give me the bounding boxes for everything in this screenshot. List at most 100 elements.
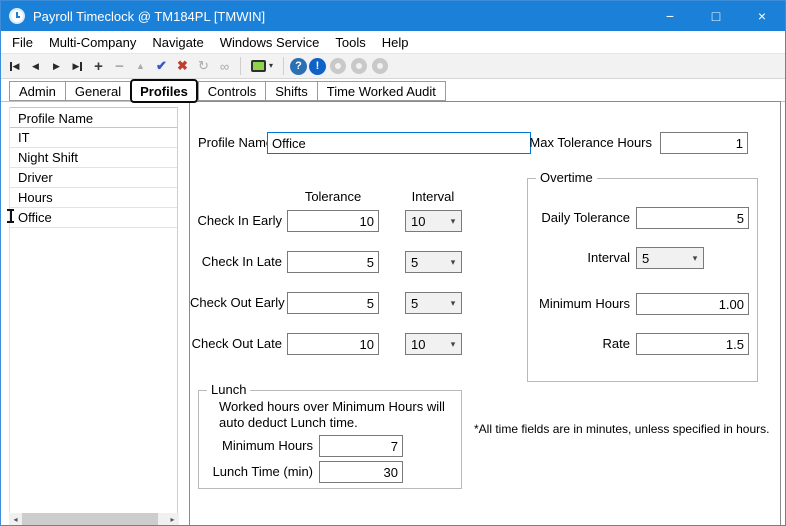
- interval-column-header: Interval: [400, 186, 466, 208]
- daily-tolerance-input[interactable]: [636, 207, 749, 229]
- tab-time-worked-audit[interactable]: Time Worked Audit: [317, 81, 446, 101]
- settings-button-3[interactable]: [370, 56, 389, 76]
- move-up-button[interactable]: ▲: [131, 56, 150, 76]
- nav-first-button[interactable]: ◀: [5, 56, 24, 76]
- tab-admin[interactable]: Admin: [9, 81, 65, 101]
- help-button[interactable]: ?: [290, 58, 307, 75]
- list-item[interactable]: Office: [10, 208, 177, 228]
- chevron-down-icon: ▾: [445, 298, 461, 309]
- combo-value: 10: [406, 337, 445, 352]
- horizontal-scrollbar[interactable]: ◂ ▸: [9, 513, 179, 526]
- minimize-button[interactable]: −: [647, 1, 693, 31]
- lunch-minimum-hours-input[interactable]: [319, 435, 403, 457]
- tolerance-column-header: Tolerance: [287, 186, 379, 208]
- time-fields-note: *All time fields are in minutes, unless …: [474, 422, 776, 436]
- check-in-early-tolerance-input[interactable]: [287, 210, 379, 232]
- menu-help[interactable]: Help: [374, 31, 417, 53]
- link-icon: ∞: [220, 59, 229, 74]
- nav-next-button[interactable]: ▶: [47, 56, 66, 76]
- gear-icon: [330, 58, 346, 74]
- window-title: Payroll Timeclock @ TM184PL [TMWIN]: [33, 9, 265, 24]
- check-in-late-interval-select[interactable]: 5 ▾: [405, 251, 462, 273]
- toolbar-separator: [283, 57, 284, 75]
- nav-first-icon: ◀: [13, 62, 20, 71]
- refresh-button[interactable]: ↻: [194, 56, 213, 76]
- nav-prev-icon: ◀: [32, 62, 39, 71]
- cancel-button[interactable]: ✖: [173, 56, 192, 76]
- lunch-time-input[interactable]: [319, 461, 403, 483]
- list-item[interactable]: IT: [10, 128, 177, 148]
- settings-button-2[interactable]: [349, 56, 368, 76]
- gear-icon: [372, 58, 388, 74]
- lunch-time-label: Lunch Time (min): [199, 461, 313, 483]
- menu-navigate[interactable]: Navigate: [144, 31, 211, 53]
- refresh-icon: ↻: [198, 58, 209, 74]
- tab-shifts[interactable]: Shifts: [265, 81, 317, 101]
- list-item[interactable]: Driver: [10, 168, 177, 188]
- lunch-group-title: Lunch: [207, 382, 250, 397]
- check-icon: ✔: [156, 58, 167, 74]
- menu-multi-company[interactable]: Multi-Company: [41, 31, 144, 53]
- combo-value: 10: [406, 214, 445, 229]
- scroll-left-icon[interactable]: ◂: [9, 513, 22, 526]
- check-out-early-interval-select[interactable]: 5 ▾: [405, 292, 462, 314]
- profile-list-header: Profile Name: [10, 107, 177, 128]
- list-item[interactable]: Hours: [10, 188, 177, 208]
- dropdown-arrow-icon: ▾: [269, 62, 273, 70]
- lunch-minimum-hours-label: Minimum Hours: [199, 435, 313, 457]
- help-icon: ?: [295, 60, 302, 72]
- nav-prev-button[interactable]: ◀: [26, 56, 45, 76]
- delete-record-button[interactable]: −: [110, 56, 129, 76]
- screen-dropdown-button[interactable]: ▾: [247, 56, 277, 76]
- profiles-panel: Profile Name Max Tolerance Hours Toleran…: [189, 101, 781, 526]
- menu-file[interactable]: File: [4, 31, 41, 53]
- tab-general[interactable]: General: [65, 81, 130, 101]
- check-out-late-label: Check Out Late: [190, 333, 282, 355]
- menu-windows-service[interactable]: Windows Service: [212, 31, 328, 53]
- add-record-button[interactable]: +: [89, 56, 108, 76]
- toolbar: ◀ ◀ ▶ ▶ + − ▲ ✔ ✖ ↻ ∞ ▾ ? !: [1, 53, 785, 79]
- combo-value: 5: [406, 296, 445, 311]
- title-bar: Payroll Timeclock @ TM184PL [TMWIN] − □ …: [1, 1, 785, 31]
- check-in-early-interval-select[interactable]: 10 ▾: [405, 210, 462, 232]
- check-out-early-label: Check Out Early: [190, 292, 282, 314]
- check-in-early-label: Check In Early: [190, 210, 282, 232]
- gear-icon: [351, 58, 367, 74]
- overtime-minimum-hours-input[interactable]: [636, 293, 749, 315]
- up-triangle-icon: ▲: [136, 62, 145, 71]
- menu-tools[interactable]: Tools: [327, 31, 373, 53]
- overtime-interval-select[interactable]: 5 ▾: [636, 247, 704, 269]
- monitor-icon: [251, 60, 266, 72]
- rate-label: Rate: [528, 333, 630, 355]
- check-out-late-interval-select[interactable]: 10 ▾: [405, 333, 462, 355]
- info-button[interactable]: !: [309, 58, 326, 75]
- profile-name-input[interactable]: [267, 132, 531, 154]
- tab-controls[interactable]: Controls: [198, 81, 265, 101]
- rate-input[interactable]: [636, 333, 749, 355]
- tab-profiles[interactable]: Profiles: [130, 79, 198, 103]
- scrollbar-thumb[interactable]: [22, 513, 158, 526]
- combo-value: 5: [637, 251, 687, 266]
- info-icon: !: [316, 60, 320, 72]
- minus-icon: −: [115, 58, 124, 75]
- scroll-right-icon[interactable]: ▸: [166, 513, 179, 526]
- nav-last-icon: ▶: [73, 62, 80, 71]
- check-in-late-tolerance-input[interactable]: [287, 251, 379, 273]
- check-out-late-tolerance-input[interactable]: [287, 333, 379, 355]
- check-out-early-tolerance-input[interactable]: [287, 292, 379, 314]
- close-button[interactable]: ×: [739, 1, 785, 31]
- plus-icon: +: [94, 58, 103, 75]
- nav-next-icon: ▶: [53, 62, 60, 71]
- link-button[interactable]: ∞: [215, 56, 234, 76]
- maximize-button[interactable]: □: [693, 1, 739, 31]
- first-bar-icon: [10, 62, 12, 71]
- lunch-group: Lunch Worked hours over Minimum Hours wi…: [198, 390, 462, 489]
- window-controls: − □ ×: [647, 1, 785, 31]
- app-icon: [9, 8, 25, 24]
- save-button[interactable]: ✔: [152, 56, 171, 76]
- settings-button-1[interactable]: [328, 56, 347, 76]
- nav-last-button[interactable]: ▶: [68, 56, 87, 76]
- max-tolerance-hours-input[interactable]: [660, 132, 748, 154]
- list-item[interactable]: Night Shift: [10, 148, 177, 168]
- daily-tolerance-label: Daily Tolerance: [528, 207, 630, 229]
